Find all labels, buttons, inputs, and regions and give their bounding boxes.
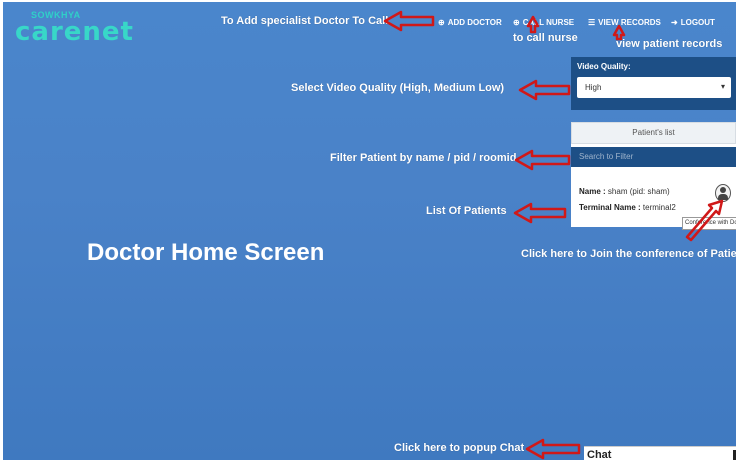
- arrow-video-quality: [518, 79, 571, 101]
- arrow-add-doctor: [383, 10, 435, 32]
- annotation-arrows: [383, 10, 724, 460]
- arrow-call-nurse: [526, 15, 540, 34]
- arrow-filter: [514, 149, 571, 171]
- app-frame: SOWKHYA carenet ⊕ ADD DOCTOR ⊕ CALL NURS…: [3, 2, 736, 460]
- arrow-chat: [525, 438, 581, 460]
- arrow-join: [685, 199, 724, 242]
- arrow-list: [513, 202, 567, 224]
- arrow-view-records: [612, 24, 626, 41]
